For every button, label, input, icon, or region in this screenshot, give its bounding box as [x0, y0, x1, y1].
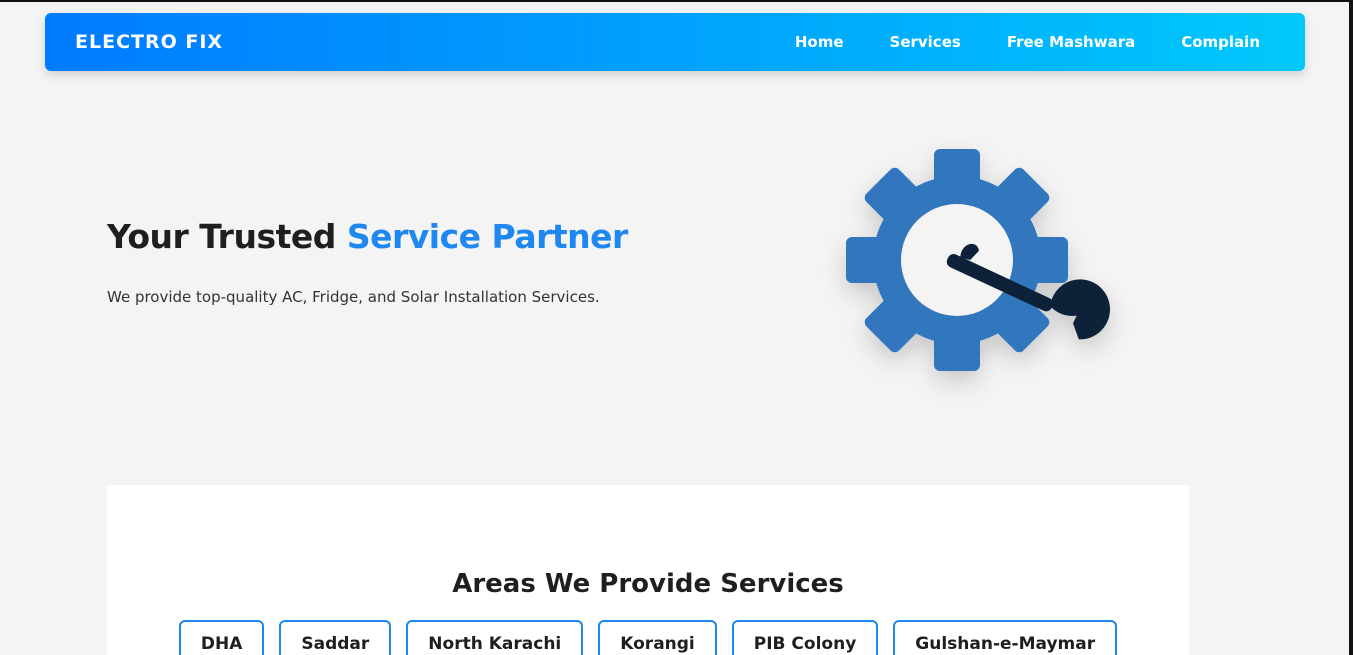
hero-title: Your Trusted Service Partner — [107, 217, 628, 256]
hero-subtitle: We provide top-quality AC, Fridge, and S… — [107, 288, 600, 306]
gear-wrench-icon — [830, 142, 1140, 382]
hero-title-plain: Your Trusted — [107, 217, 347, 256]
areas-title: Areas We Provide Services — [452, 569, 844, 599]
areas-section: Areas We Provide Services DHA Saddar Nor… — [107, 485, 1189, 655]
navbar: ELECTRO FIX Home Services Free Mashwara … — [45, 13, 1305, 71]
area-chip-pib-colony[interactable]: PIB Colony — [731, 620, 879, 655]
nav-link-free-mashwara[interactable]: Free Mashwara — [1007, 33, 1135, 51]
area-chip-dha[interactable]: DHA — [178, 620, 265, 655]
area-chip-korangi[interactable]: Korangi — [598, 620, 717, 655]
nav-links: Home Services Free Mashwara Complain — [795, 33, 1260, 51]
area-chip-saddar[interactable]: Saddar — [279, 620, 392, 655]
brand-logo[interactable]: ELECTRO FIX — [75, 31, 223, 53]
area-chip-gulshan-e-maymar[interactable]: Gulshan-e-Maymar — [893, 620, 1118, 655]
hero-title-accent: Service Partner — [346, 217, 628, 256]
area-list: DHA Saddar North Karachi Korangi PIB Col… — [107, 620, 1189, 655]
nav-link-services[interactable]: Services — [890, 33, 961, 51]
nav-link-home[interactable]: Home — [795, 33, 844, 51]
nav-link-complain[interactable]: Complain — [1181, 33, 1260, 51]
area-chip-north-karachi[interactable]: North Karachi — [406, 620, 584, 655]
